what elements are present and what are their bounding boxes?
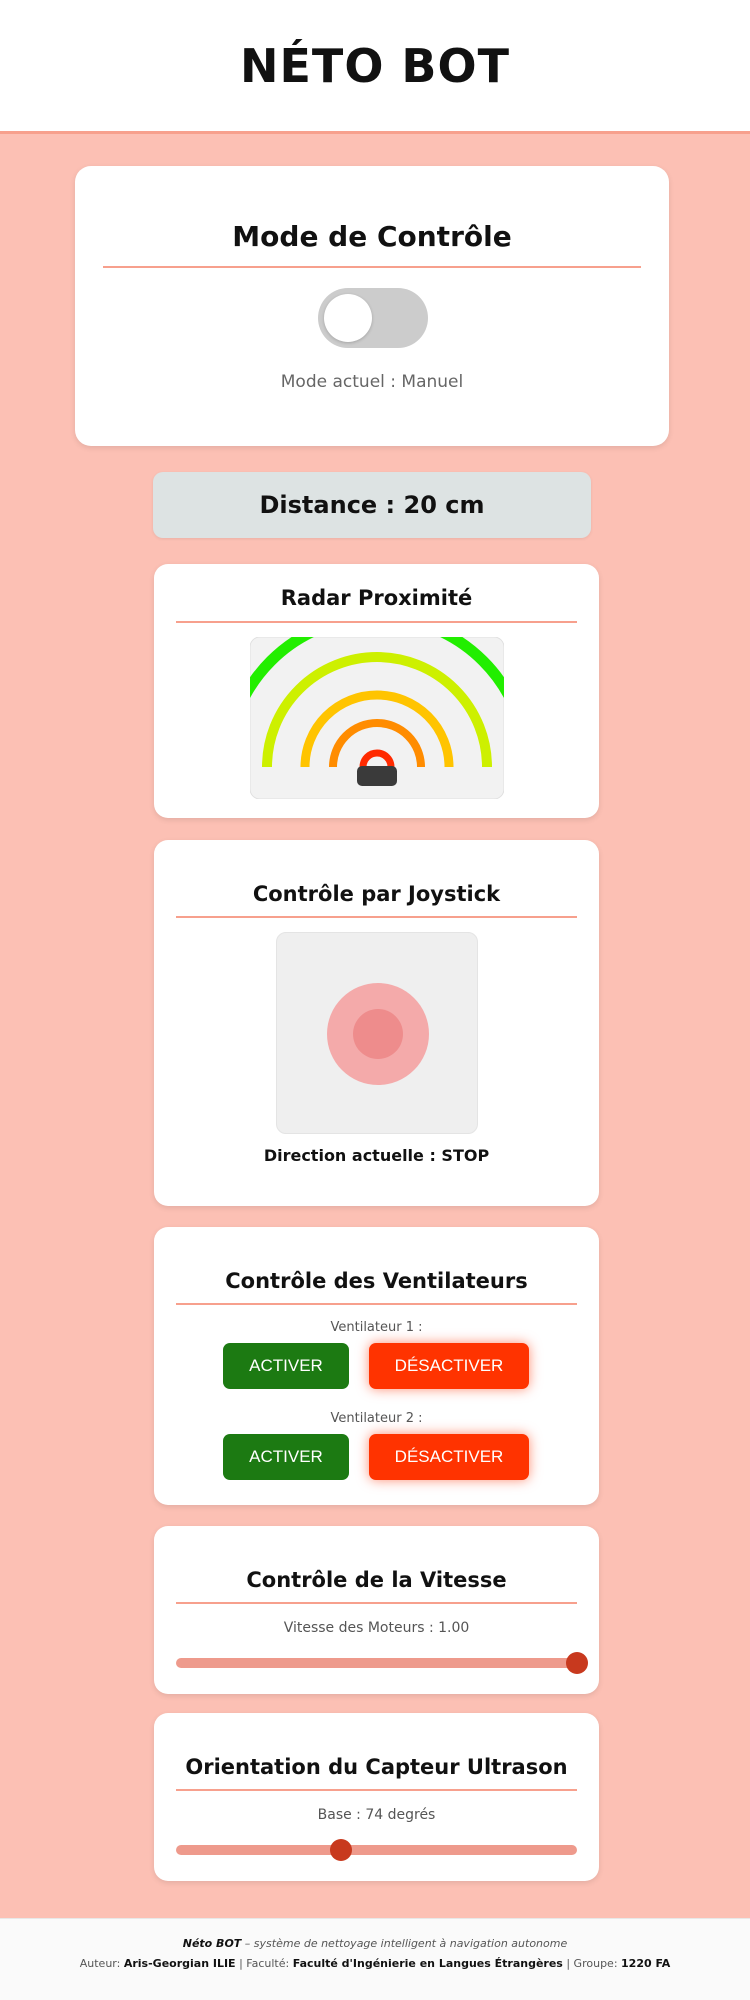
speed-slider-thumb[interactable]	[566, 1652, 588, 1674]
speed-title: Contrôle de la Vitesse	[246, 1568, 507, 1592]
fan-1-label: Ventilateur 1 :	[330, 1320, 423, 1335]
ultrasonic-value: Base : 74 degrés	[317, 1807, 436, 1823]
divider	[103, 266, 641, 268]
fans-card: Contrôle des Ventilateurs Ventilateur 1 …	[154, 1227, 599, 1505]
ultrasonic-card: Orientation du Capteur Ultrason Base : 7…	[154, 1713, 599, 1881]
footer-faculty: Faculté d'Ingénierie en Langues Étrangèr…	[292, 1957, 563, 1970]
footer-author-label: Auteur:	[79, 1957, 124, 1970]
fan-1-deactivate-button[interactable]: DÉSACTIVER	[369, 1343, 529, 1389]
divider	[176, 1789, 577, 1791]
joystick-title: Contrôle par Joystick	[252, 882, 501, 906]
speed-slider[interactable]	[176, 1652, 588, 1674]
distance-readout: Distance : 20 cm	[153, 472, 591, 538]
speed-card: Contrôle de la Vitesse Vitesse des Moteu…	[154, 1526, 599, 1694]
divider	[176, 621, 577, 623]
footer-group: 1220 FA	[621, 1957, 671, 1970]
speed-value: Vitesse des Moteurs : 1.00	[283, 1620, 470, 1636]
radar-card: Radar Proximité	[154, 564, 599, 818]
radar-title: Radar Proximité	[280, 586, 473, 610]
divider	[176, 1602, 577, 1604]
footer-tagline-line: Néto BOT – système de nettoyage intellig…	[0, 1937, 750, 1950]
footer-credits-line: Auteur: Aris-Georgian ILIE | Faculté: Fa…	[0, 1957, 750, 1970]
fan-2-deactivate-button[interactable]: DÉSACTIVER	[369, 1434, 529, 1480]
ultrasonic-title: Orientation du Capteur Ultrason	[185, 1755, 568, 1779]
joystick-pad[interactable]	[276, 932, 478, 1134]
fans-title: Contrôle des Ventilateurs	[225, 1269, 528, 1293]
joystick-handle[interactable]	[353, 1009, 403, 1059]
robot-icon	[357, 766, 397, 786]
mode-title: Mode de Contrôle	[232, 220, 512, 253]
ultrasonic-slider-thumb[interactable]	[329, 1839, 352, 1861]
joystick-card: Contrôle par Joystick Direction actuelle…	[154, 840, 599, 1206]
toggle-knob	[324, 294, 372, 342]
fan-2-activate-button[interactable]: ACTIVER	[223, 1434, 349, 1480]
app-header: NÉTO BOT	[0, 0, 750, 134]
mode-toggle[interactable]	[318, 288, 428, 348]
ultrasonic-slider[interactable]	[176, 1839, 577, 1861]
app-title: NÉTO BOT	[240, 38, 510, 93]
radar-view	[250, 637, 504, 799]
footer-author: Aris-Georgian ILIE	[123, 1957, 236, 1970]
mode-card: Mode de Contrôle Mode actuel : Manuel	[75, 166, 669, 446]
divider	[176, 1303, 577, 1305]
mode-status: Mode actuel : Manuel	[280, 372, 464, 392]
footer-brand: Néto BOT	[182, 1937, 242, 1950]
divider	[176, 916, 577, 918]
footer: Néto BOT – système de nettoyage intellig…	[0, 1918, 750, 2000]
footer-faculty-label: | Faculté:	[235, 1957, 293, 1970]
fan-2-label: Ventilateur 2 :	[330, 1411, 423, 1426]
footer-group-label: | Groupe:	[562, 1957, 622, 1970]
fan-1-activate-button[interactable]: ACTIVER	[223, 1343, 349, 1389]
joystick-direction: Direction actuelle : STOP	[263, 1146, 490, 1165]
footer-tagline: – système de nettoyage intelligent à nav…	[241, 1937, 568, 1950]
